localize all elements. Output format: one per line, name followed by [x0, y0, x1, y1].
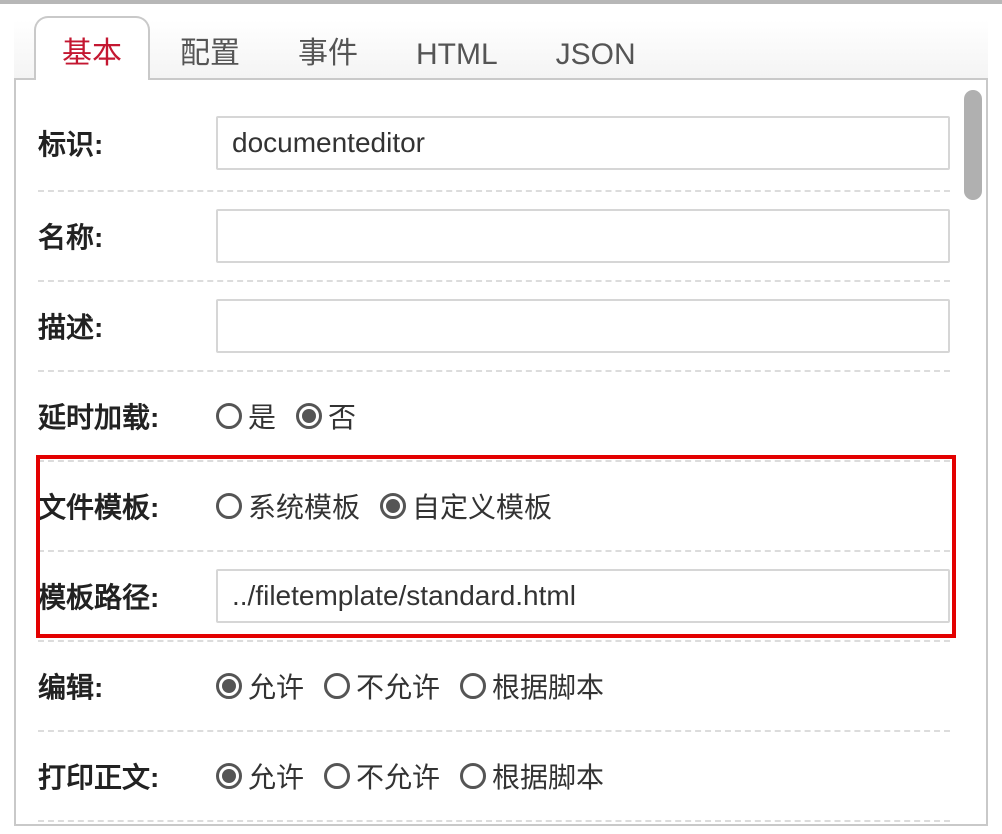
radio-icon: [216, 763, 242, 789]
radio-edit-deny[interactable]: 不允许: [324, 666, 440, 706]
row-template-path: 模板路径:: [38, 552, 950, 642]
radio-label: 系统模板: [248, 486, 360, 526]
input-desc[interactable]: [216, 299, 950, 353]
label-file-template: 文件模板:: [38, 486, 216, 526]
row-name: 名称:: [38, 192, 950, 282]
row-file-template: 文件模板: 系统模板 自定义模板: [38, 462, 950, 552]
tab-bar: 基本 配置 事件 HTML JSON: [14, 20, 988, 80]
radio-label: 根据脚本: [492, 666, 604, 706]
input-id[interactable]: [216, 116, 950, 170]
radio-icon: [216, 673, 242, 699]
property-editor: 基本 配置 事件 HTML JSON 标识: 名称: 描述:: [0, 0, 1002, 834]
radio-print-deny[interactable]: 不允许: [324, 756, 440, 796]
radiogroup-edit: 允许 不允许 根据脚本: [216, 666, 950, 706]
input-name[interactable]: [216, 209, 950, 263]
label-id: 标识:: [38, 123, 216, 163]
row-delay: 延时加载: 是 否: [38, 372, 950, 462]
tab-html[interactable]: HTML: [388, 26, 526, 80]
tab-json[interactable]: JSON: [528, 26, 664, 80]
radiogroup-print-body: 允许 不允许 根据脚本: [216, 756, 950, 796]
tab-config[interactable]: 配置: [152, 16, 268, 80]
tab-basic[interactable]: 基本: [34, 16, 150, 80]
radio-print-allow[interactable]: 允许: [216, 756, 304, 796]
radio-edit-byscript[interactable]: 根据脚本: [460, 666, 604, 706]
radio-edit-allow[interactable]: 允许: [216, 666, 304, 706]
label-print-body: 打印正文:: [38, 756, 216, 796]
radio-label: 不允许: [356, 666, 440, 706]
radio-template-custom[interactable]: 自定义模板: [380, 486, 552, 526]
radio-label: 允许: [248, 666, 304, 706]
radio-print-byscript[interactable]: 根据脚本: [460, 756, 604, 796]
radio-label: 自定义模板: [412, 486, 552, 526]
radio-delay-yes[interactable]: 是: [216, 396, 276, 436]
radio-icon: [324, 673, 350, 699]
radio-template-system[interactable]: 系统模板: [216, 486, 360, 526]
radio-delay-no[interactable]: 否: [296, 396, 356, 436]
row-print-body: 打印正文: 允许 不允许 根据脚本: [38, 732, 950, 822]
input-template-path[interactable]: [216, 569, 950, 623]
form-scroll[interactable]: 标识: 名称: 描述: 延时加载:: [38, 102, 964, 824]
radio-icon: [324, 763, 350, 789]
radiogroup-file-template: 系统模板 自定义模板: [216, 486, 950, 526]
label-desc: 描述:: [38, 306, 216, 346]
radio-label: 根据脚本: [492, 756, 604, 796]
label-name: 名称:: [38, 216, 216, 256]
basic-panel: 标识: 名称: 描述: 延时加载:: [14, 80, 988, 826]
radio-label: 是: [248, 396, 276, 436]
radio-icon: [216, 493, 242, 519]
radio-icon: [216, 403, 242, 429]
radio-label: 否: [328, 396, 356, 436]
radiogroup-delay: 是 否: [216, 396, 950, 436]
tab-event[interactable]: 事件: [270, 16, 386, 80]
radio-icon: [460, 763, 486, 789]
radio-label: 允许: [248, 756, 304, 796]
label-delay: 延时加载:: [38, 396, 216, 436]
radio-label: 不允许: [356, 756, 440, 796]
radio-icon: [380, 493, 406, 519]
row-desc: 描述:: [38, 282, 950, 372]
row-edit: 编辑: 允许 不允许 根据脚本: [38, 642, 950, 732]
radio-icon: [296, 403, 322, 429]
row-id: 标识:: [38, 102, 950, 192]
label-template-path: 模板路径:: [38, 576, 216, 616]
label-edit: 编辑:: [38, 666, 216, 706]
radio-icon: [460, 673, 486, 699]
